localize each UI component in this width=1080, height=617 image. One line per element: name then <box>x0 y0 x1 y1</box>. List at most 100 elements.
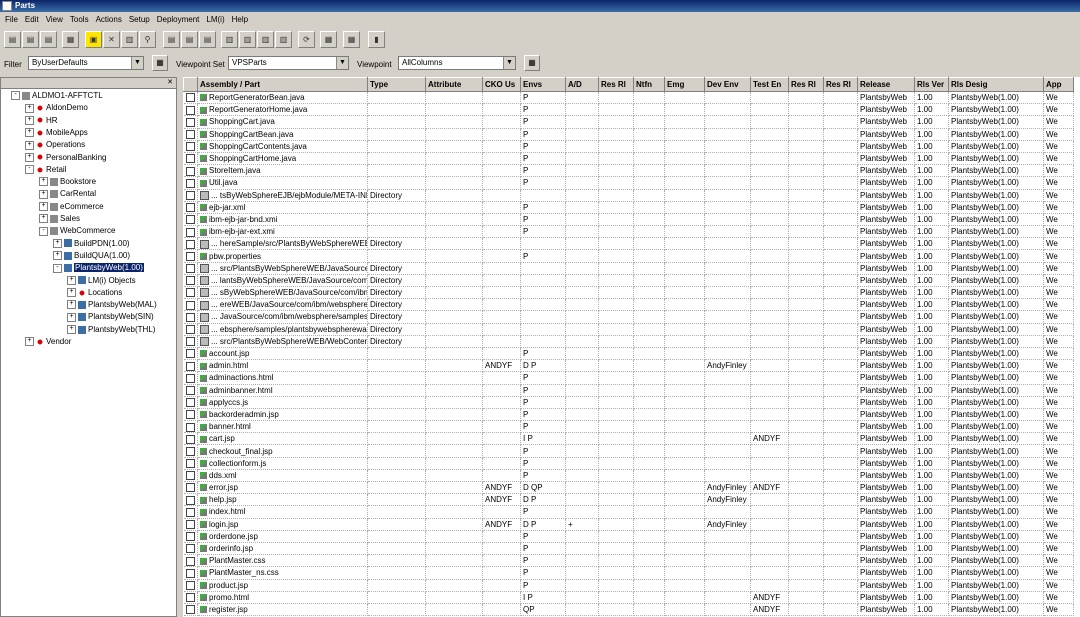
column-header[interactable]: Res Rl <box>788 77 824 92</box>
parts-grid[interactable]: Assembly / Part Type Attribute CKO Us Envs A/… <box>183 77 1080 617</box>
collapse-icon[interactable]: - <box>53 263 62 273</box>
close-icon[interactable]: ✕ <box>167 79 173 86</box>
row-checkbox[interactable] <box>185 422 195 432</box>
project-tree[interactable]: ✕ - ALDMO1-AFFTCTL + AldonDemo + HR + MobileApp… <box>0 77 177 617</box>
row-checkbox[interactable] <box>185 325 195 335</box>
column-header[interactable]: Res Rl <box>823 77 858 92</box>
table-row[interactable]: index.html P PlantsbyWeb 1.00 PlantsbyWeb(1.… <box>183 505 1074 519</box>
expand-icon[interactable]: + <box>25 337 34 347</box>
expand-icon[interactable]: + <box>25 128 34 138</box>
tree-node[interactable]: + Operations <box>25 139 85 151</box>
row-checkbox[interactable] <box>185 117 195 127</box>
collapse-icon[interactable]: - <box>39 226 48 236</box>
filter-edit-button[interactable]: ▦ <box>152 55 168 71</box>
viewpoint-set-select[interactable]: VPSParts ▼ <box>228 56 349 70</box>
menu-item-setup[interactable]: Setup <box>127 15 152 24</box>
menu-item-lmi[interactable]: LM(i) <box>204 15 226 24</box>
chevron-down-icon[interactable]: ▼ <box>336 57 348 69</box>
row-checkbox[interactable] <box>185 276 195 286</box>
row-checkbox[interactable] <box>185 361 195 371</box>
tree-node[interactable]: - ALDMO1-AFFTCTL <box>11 90 103 102</box>
row-checkbox[interactable] <box>185 105 195 115</box>
expand-icon[interactable]: + <box>67 312 76 322</box>
expand-icon[interactable]: + <box>39 189 48 199</box>
row-checkbox[interactable] <box>185 215 195 225</box>
table-row[interactable]: error.jsp ANDYF D QP AndyFinley ANDYF Plantsb… <box>183 481 1074 495</box>
table-row[interactable]: help.jsp ANDYF D P AndyFinley PlantsbyWeb 1.0… <box>183 493 1074 507</box>
table-row[interactable]: adminbanner.html P PlantsbyWeb 1.00 Plantsby… <box>183 384 1074 397</box>
expand-icon[interactable]: + <box>67 325 76 335</box>
toolbar-button-icon[interactable]: ▥ <box>257 31 274 48</box>
expand-icon[interactable]: + <box>25 140 34 150</box>
column-header[interactable]: Emg <box>664 77 705 92</box>
tree-node[interactable]: + BuildPDN(1.00) <box>53 238 130 250</box>
row-checkbox[interactable] <box>185 459 195 469</box>
toolbar-button-icon[interactable]: ▤ <box>40 31 57 48</box>
column-header[interactable]: CKO Us <box>482 77 521 92</box>
viewpoint-select[interactable]: AllColumns ▼ <box>398 56 516 70</box>
expand-icon[interactable]: + <box>67 288 76 298</box>
table-row[interactable]: product.jsp P PlantsbyWeb 1.00 PlantsbyWeb(1… <box>183 579 1074 592</box>
chevron-down-icon[interactable]: ▼ <box>503 57 515 69</box>
row-checkbox[interactable] <box>185 190 195 200</box>
expand-icon[interactable]: + <box>67 275 76 285</box>
column-header[interactable]: Rls Ver <box>914 77 949 92</box>
table-row[interactable]: cart.jsp I P ANDYF PlantsbyWeb 1.00 PlantsbyW… <box>183 432 1074 446</box>
collapse-icon[interactable]: - <box>25 165 34 175</box>
menu-item-view[interactable]: View <box>44 15 65 24</box>
toolbar-button-icon[interactable]: ⟳ <box>298 31 315 48</box>
row-checkbox[interactable] <box>185 483 195 493</box>
expand-icon[interactable]: + <box>53 238 62 248</box>
column-header[interactable]: Test En <box>750 77 789 92</box>
toolbar-button-icon[interactable]: ▮ <box>368 31 385 48</box>
expand-icon[interactable]: + <box>67 300 76 310</box>
table-row[interactable]: login.jsp ANDYF D P + AndyFinley PlantsbyWeb 1… <box>183 518 1074 531</box>
row-checkbox[interactable] <box>185 300 195 310</box>
row-checkbox[interactable] <box>185 434 195 444</box>
expand-icon[interactable]: + <box>25 103 34 113</box>
row-checkbox[interactable] <box>185 337 195 347</box>
row-checkbox[interactable] <box>185 373 195 383</box>
tree-node[interactable]: + AldonDemo <box>25 102 88 114</box>
tree-node[interactable]: + Vendor <box>25 336 71 348</box>
toolbar-button-icon[interactable]: ▤ <box>181 31 198 48</box>
menu-item-file[interactable]: File <box>3 15 20 24</box>
toolbar-button-icon[interactable]: ▣ <box>85 31 102 48</box>
table-row[interactable]: ejb-jar.xml P PlantsbyWeb 1.00 PlantsbyWeb(1… <box>183 201 1074 214</box>
table-row[interactable]: admin.html ANDYF D P AndyFinley PlantsbyWeb 1… <box>183 359 1074 373</box>
toolbar-button-icon[interactable]: ✕ <box>103 31 120 48</box>
row-checkbox[interactable] <box>185 130 195 140</box>
toolbar-button-icon[interactable]: ▥ <box>221 31 238 48</box>
tree-node[interactable]: - PlantsbyWeb(1.00) <box>53 262 144 274</box>
column-header[interactable]: Attribute <box>425 77 483 92</box>
row-checkbox[interactable] <box>185 544 195 554</box>
row-checkbox[interactable] <box>185 507 195 517</box>
table-row[interactable]: backorderadmin.jsp P PlantsbyWeb 1.00 Plants… <box>183 408 1074 422</box>
row-checkbox[interactable] <box>185 580 195 590</box>
row-checkbox[interactable] <box>185 264 195 274</box>
tree-node[interactable]: + PlantsbyWeb(SIN) <box>67 311 154 323</box>
table-row[interactable]: ibm-ejb-jar-bnd.xmi P PlantsbyWeb 1.00 Plant… <box>183 213 1074 227</box>
table-row[interactable]: ShoppingCart.java P PlantsbyWeb 1.00 Plantsb… <box>183 115 1074 129</box>
row-checkbox[interactable] <box>185 227 195 237</box>
tree-node[interactable]: + PlantsbyWeb(MAL) <box>67 299 157 311</box>
table-row[interactable]: pbw.properties P PlantsbyWeb 1.00 PlantsbyWe… <box>183 249 1074 263</box>
table-row[interactable]: ... JavaSource/com/ibm/websphere/samples… <box>183 310 1074 324</box>
chevron-down-icon[interactable]: ▼ <box>131 57 143 69</box>
tree-node[interactable]: + PersonalBanking <box>25 152 106 164</box>
tree-node[interactable]: - Retail <box>25 164 66 176</box>
tree-node[interactable]: + eCommerce <box>39 201 104 213</box>
table-row[interactable]: ShoppingCartContents.java P PlantsbyWeb 1.0… <box>183 140 1074 153</box>
row-checkbox[interactable] <box>185 593 195 603</box>
expand-icon[interactable]: + <box>25 152 34 162</box>
row-checkbox[interactable] <box>185 410 195 420</box>
table-row[interactable]: account.jsp P PlantsbyWeb 1.00 PlantsbyWeb(1… <box>183 347 1074 361</box>
row-checkbox[interactable] <box>185 288 195 298</box>
table-row[interactable]: ReportGeneratorBean.java P PlantsbyWeb 1.00… <box>183 91 1074 105</box>
column-header[interactable]: Rls Desig <box>948 77 1044 92</box>
table-row[interactable]: adminactions.html P PlantsbyWeb 1.00 Plantsb… <box>183 371 1074 385</box>
table-row[interactable]: collectionform.js P PlantsbyWeb 1.00 Plantsb… <box>183 457 1074 470</box>
toolbar-button-icon[interactable]: ▥ <box>275 31 292 48</box>
collapse-icon[interactable]: - <box>11 91 20 101</box>
column-header[interactable]: Dev Env <box>704 77 751 92</box>
